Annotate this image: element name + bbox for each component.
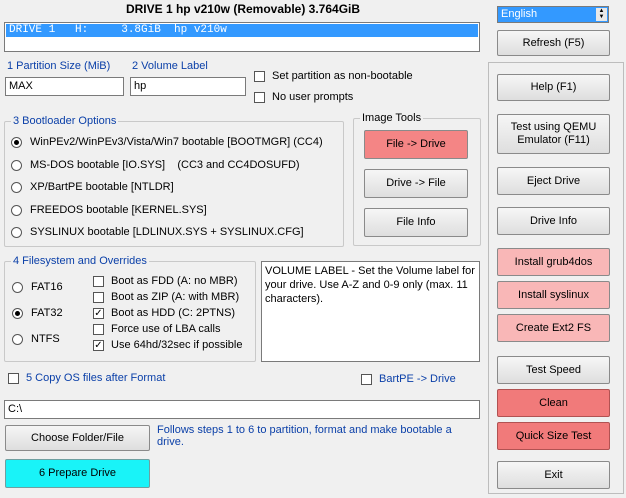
test-speed-button[interactable]: Test Speed xyxy=(497,356,610,384)
bootloader-option-syslinux[interactable]: SYSLINUX bootable [LDLINUX.SYS + SYSLINU… xyxy=(11,226,304,238)
fs-option-fat32[interactable]: FAT32 xyxy=(12,307,63,319)
override-checkbox[interactable] xyxy=(93,275,104,287)
override-checkbox[interactable] xyxy=(93,323,104,335)
drive-list[interactable]: DRIVE 1 H: 3.8GiB hp v210w xyxy=(4,22,480,52)
create-ext2-button[interactable]: Create Ext2 FS xyxy=(497,314,610,342)
refresh-button[interactable]: Refresh (F5) xyxy=(497,30,610,56)
partition-size-input[interactable]: MAX xyxy=(5,77,124,96)
bootloader-option-winpe[interactable]: WinPEv2/WinPEv3/Vista/Win7 bootable [BOO… xyxy=(11,136,323,148)
fs-option-fat16[interactable]: FAT16 xyxy=(12,281,63,293)
bartpe-checkbox[interactable] xyxy=(361,373,372,385)
bootloader-option-text: MS-DOS bootable [IO.SYS] (CC3 and CC4DOS… xyxy=(30,159,300,171)
bartpe-text: BartPE -> Drive xyxy=(379,373,456,385)
bootloader-option-text: SYSLINUX bootable [LDLINUX.SYS + SYSLINU… xyxy=(30,226,304,238)
override-checkbox[interactable] xyxy=(93,291,104,303)
bootloader-option-xp[interactable]: XP/BartPE bootable [NTLDR] xyxy=(11,181,174,193)
language-value: English xyxy=(501,8,538,20)
copy-os-text: 5 Copy OS files after Format xyxy=(26,372,166,384)
override-checkbox[interactable]: ✓ xyxy=(93,339,104,351)
info-text-box: VOLUME LABEL - Set the Volume label for … xyxy=(261,261,480,362)
no-prompts-option[interactable]: No user prompts xyxy=(254,91,353,103)
language-select[interactable]: English ▲ ▼ xyxy=(497,6,609,23)
radio-icon[interactable] xyxy=(11,181,22,193)
choose-folder-button[interactable]: Choose Folder/File xyxy=(5,425,150,451)
no-prompts-text: No user prompts xyxy=(272,91,354,103)
override-text: Force use of LBA calls xyxy=(111,323,221,335)
non-bootable-text: Set partition as non-bootable xyxy=(272,70,413,82)
bootloader-option-text: WinPEv2/WinPEv3/Vista/Win7 bootable [BOO… xyxy=(30,136,323,148)
non-bootable-option[interactable]: Set partition as non-bootable xyxy=(254,70,413,82)
bootloader-option-msdos[interactable]: MS-DOS bootable [IO.SYS] (CC3 and CC4DOS… xyxy=(11,159,300,171)
bootloader-option-freedos[interactable]: FREEDOS bootable [KERNEL.SYS] xyxy=(11,204,207,216)
install-grub4dos-button[interactable]: Install grub4dos xyxy=(497,248,610,276)
override-64hd[interactable]: ✓ Use 64hd/32sec if possible xyxy=(93,339,242,351)
bootloader-option-text: XP/BartPE bootable [NTLDR] xyxy=(30,181,174,193)
override-boot-zip[interactable]: Boot as ZIP (A: with MBR) xyxy=(93,291,239,303)
spin-arrows-icon[interactable]: ▲ ▼ xyxy=(596,8,607,21)
filesystem-legend: 4 Filesystem and Overrides xyxy=(11,255,149,267)
bootloader-option-text: FREEDOS bootable [KERNEL.SYS] xyxy=(30,204,207,216)
drive-info-button[interactable]: Drive Info xyxy=(497,207,610,235)
install-syslinux-button[interactable]: Install syslinux xyxy=(497,281,610,309)
override-checkbox[interactable]: ✓ xyxy=(93,307,104,319)
override-text: Boot as FDD (A: no MBR) xyxy=(111,275,238,287)
path-input[interactable]: C:\ xyxy=(4,400,480,419)
qemu-test-button[interactable]: Test using QEMU Emulator (F11) xyxy=(497,114,610,154)
radio-icon[interactable] xyxy=(12,281,23,293)
exit-button[interactable]: Exit xyxy=(497,461,610,489)
radio-icon[interactable] xyxy=(11,136,22,148)
partition-size-label: 1 Partition Size (MiB) xyxy=(7,60,111,72)
override-boot-hdd[interactable]: ✓ Boot as HDD (C: 2PTNS) xyxy=(93,307,235,319)
hint-text: Follows steps 1 to 6 to partition, forma… xyxy=(157,424,452,448)
override-boot-fdd[interactable]: Boot as FDD (A: no MBR) xyxy=(93,275,238,287)
copy-os-option[interactable]: 5 Copy OS files after Format xyxy=(8,372,165,384)
drive-to-file-button[interactable]: Drive -> File xyxy=(364,169,468,198)
radio-icon[interactable] xyxy=(11,159,22,171)
image-tools-legend: Image Tools xyxy=(360,112,424,124)
override-text: Use 64hd/32sec if possible xyxy=(111,339,243,351)
no-prompts-checkbox[interactable] xyxy=(254,91,265,103)
fs-option-ntfs[interactable]: NTFS xyxy=(12,333,60,345)
radio-icon[interactable] xyxy=(12,333,23,345)
quick-size-test-button[interactable]: Quick Size Test xyxy=(497,422,610,450)
bartpe-option[interactable]: BartPE -> Drive xyxy=(361,373,456,385)
radio-icon[interactable] xyxy=(12,307,23,319)
override-text: Boot as ZIP (A: with MBR) xyxy=(111,291,240,303)
fs-option-text: NTFS xyxy=(31,333,60,345)
volume-label-input[interactable]: hp xyxy=(130,77,246,96)
fs-option-text: FAT16 xyxy=(31,281,63,293)
file-to-drive-button[interactable]: File -> Drive xyxy=(364,130,468,159)
fs-option-text: FAT32 xyxy=(31,307,63,319)
clean-button[interactable]: Clean xyxy=(497,389,610,417)
radio-icon[interactable] xyxy=(11,204,22,216)
eject-drive-button[interactable]: Eject Drive xyxy=(497,167,610,195)
copy-os-checkbox[interactable] xyxy=(8,372,19,384)
help-button[interactable]: Help (F1) xyxy=(497,74,610,101)
bootloader-legend: 3 Bootloader Options xyxy=(11,115,119,127)
override-force-lba[interactable]: Force use of LBA calls xyxy=(93,323,220,335)
window-title: DRIVE 1 hp v210w (Removable) 3.764GiB xyxy=(125,2,361,16)
prepare-drive-button[interactable]: 6 Prepare Drive xyxy=(5,459,150,488)
file-info-button[interactable]: File Info xyxy=(364,208,468,237)
drive-list-item-selected[interactable]: DRIVE 1 H: 3.8GiB hp v210w xyxy=(6,24,478,37)
override-text: Boot as HDD (C: 2PTNS) xyxy=(111,307,236,319)
radio-icon[interactable] xyxy=(11,226,22,238)
volume-label-label: 2 Volume Label xyxy=(132,60,208,72)
non-bootable-checkbox[interactable] xyxy=(254,70,265,82)
